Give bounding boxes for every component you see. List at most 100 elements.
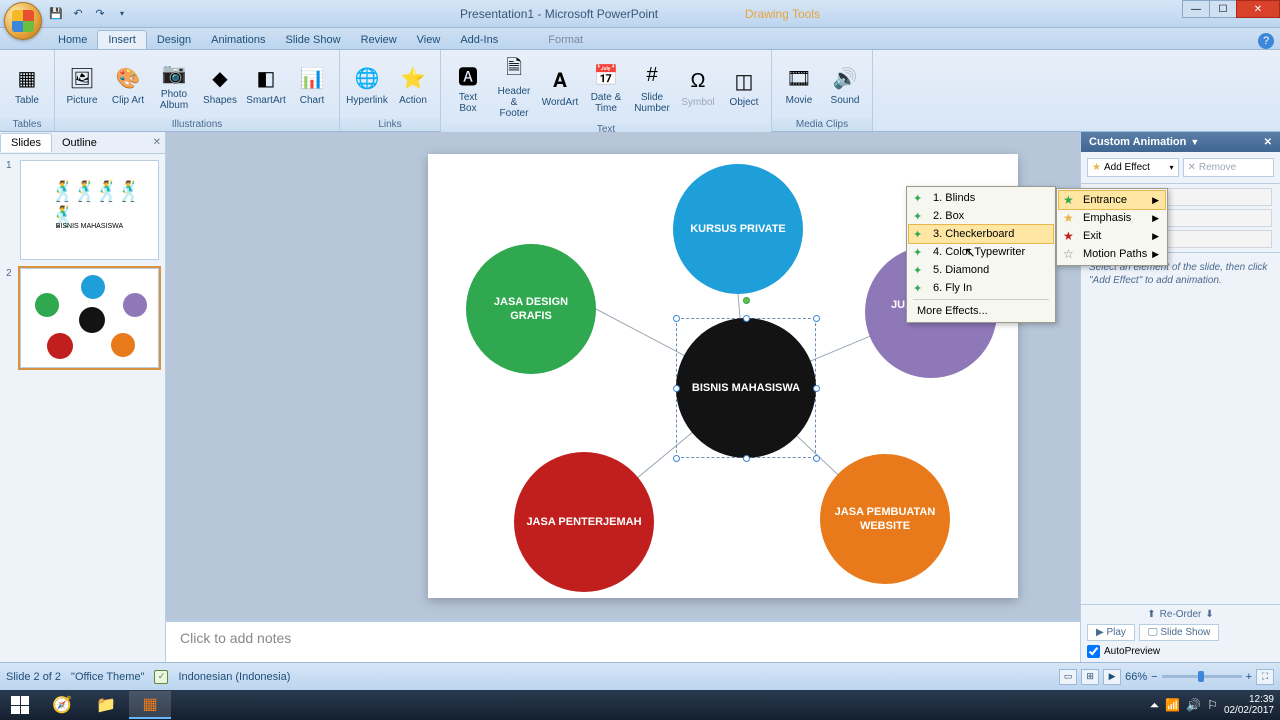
slideshow-button[interactable]: 🖵 Slide Show [1139, 624, 1219, 641]
group-links: Links [340, 118, 440, 131]
taskpane-close-icon[interactable]: ✕ [1264, 137, 1272, 148]
zoom-slider[interactable] [1162, 675, 1242, 678]
ribbon-object[interactable]: ◫Object [723, 63, 765, 110]
ribbon-wordart[interactable]: 𝐀WordArt [539, 63, 581, 110]
spellcheck-icon[interactable]: ✓ [154, 670, 168, 684]
group-illustrations: Illustrations [55, 118, 339, 131]
slide-thumb-2[interactable] [20, 268, 159, 368]
zoom-in-icon[interactable]: + [1246, 671, 1252, 683]
ribbon-textbox[interactable]: 🅰Text Box [447, 58, 489, 116]
add-effect-button[interactable]: ★Add Effect▾ [1087, 158, 1179, 177]
autopreview-checkbox[interactable]: AutoPreview [1087, 645, 1274, 658]
zoom-out-icon[interactable]: − [1151, 671, 1157, 683]
ribbon-chart[interactable]: 📊Chart [291, 61, 333, 108]
entrance-effects-menu: 1. Blinds 2. Box 3. Checkerboard 4. Colo… [906, 186, 1056, 323]
ribbon-picture[interactable]: 🖼Picture [61, 61, 103, 108]
effect-color-typewriter[interactable]: 4. Color Typewriter [909, 243, 1053, 261]
tray-network-icon[interactable]: 📶 [1165, 698, 1180, 712]
taskbar-explorer[interactable]: 📁 [85, 691, 127, 719]
menu-motion-paths[interactable]: Motion Paths▶ [1059, 245, 1165, 263]
shape-kursus[interactable]: KURSUS PRIVATE [673, 164, 803, 294]
tab-review[interactable]: Review [351, 31, 407, 49]
view-normal-icon[interactable]: ▭ [1059, 669, 1077, 685]
view-sorter-icon[interactable]: ⊞ [1081, 669, 1099, 685]
ribbon-photoalbum[interactable]: 📷Photo Album [153, 55, 195, 113]
shape-bisnis[interactable]: BISNIS MAHASISWA [676, 318, 816, 458]
shape-design[interactable]: JASA DESIGN GRAFIS [466, 244, 596, 374]
qat-save-icon[interactable]: 💾 [48, 6, 64, 22]
minimize-button[interactable]: — [1182, 0, 1210, 18]
cursor-icon: ↖ [964, 244, 976, 261]
ribbon-slidenumber[interactable]: #Slide Number [631, 58, 673, 116]
tray-up-icon[interactable]: ⏶ [1150, 698, 1160, 713]
shape-website[interactable]: JASA PEMBUATAN WEBSITE [820, 454, 950, 584]
effect-box[interactable]: 2. Box [909, 207, 1053, 225]
tab-slideshow[interactable]: Slide Show [276, 31, 351, 49]
group-mediaclips: Media Clips [772, 118, 872, 131]
ribbon-hyperlink[interactable]: 🌐Hyperlink [346, 61, 388, 108]
tray-flag-icon[interactable]: ⚐ [1207, 698, 1218, 712]
zoom-level[interactable]: 66% [1125, 671, 1147, 683]
thumb-number: 1 [6, 160, 20, 260]
group-tables: Tables [0, 118, 54, 131]
remove-button: ✕Remove [1183, 158, 1275, 177]
ribbon-action[interactable]: ⭐Action [392, 61, 434, 108]
effect-checkerboard[interactable]: 3. Checkerboard [908, 224, 1054, 244]
menu-entrance[interactable]: Entrance▶ [1058, 190, 1166, 210]
close-button[interactable]: ✕ [1236, 0, 1280, 18]
tab-insert[interactable]: Insert [97, 30, 147, 49]
reorder-label: Re-Order [1160, 609, 1202, 620]
tray-volume-icon[interactable]: 🔊 [1186, 698, 1201, 712]
start-button[interactable] [0, 690, 40, 720]
effect-fly-in[interactable]: 6. Fly In [909, 279, 1053, 297]
ribbon-shapes[interactable]: ◆Shapes [199, 61, 241, 108]
ribbon-sound[interactable]: 🔊Sound [824, 61, 866, 108]
fit-window-icon[interactable]: ⛶ [1256, 669, 1274, 685]
ribbon-headerfooter[interactable]: 🗎Header & Footer [493, 52, 535, 121]
window-title: Presentation1 - Microsoft PowerPoint [460, 7, 658, 21]
effect-diamond[interactable]: 5. Diamond [909, 261, 1053, 279]
reorder-up-icon[interactable]: ⬆ [1147, 609, 1155, 620]
tab-design[interactable]: Design [147, 31, 201, 49]
play-button[interactable]: ▶ Play [1087, 624, 1135, 641]
ribbon-smartart[interactable]: ◧SmartArt [245, 61, 287, 108]
effect-more[interactable]: More Effects... [909, 302, 1053, 320]
slides-panel-close-icon[interactable]: ✕ [153, 137, 161, 148]
taskbar-powerpoint[interactable]: ▦ [129, 691, 171, 719]
qat-redo-icon[interactable]: ↷ [92, 6, 108, 22]
taskpane-title: Custom Animation [1089, 136, 1186, 148]
ribbon-clipart[interactable]: 🎨Clip Art [107, 61, 149, 108]
tab-format[interactable]: Format [538, 31, 593, 49]
slide-thumb-1[interactable]: 🕺🕺🕺🕺🕺 BISNIS MAHASISWA [20, 160, 159, 260]
qat-undo-icon[interactable]: ↶ [70, 6, 86, 22]
status-language[interactable]: Indonesian (Indonesia) [178, 671, 290, 683]
context-tool-label: Drawing Tools [745, 7, 820, 21]
shape-penterjemah[interactable]: JASA PENTERJEMAH [514, 452, 654, 592]
view-slideshow-icon[interactable]: ▶ [1103, 669, 1121, 685]
tray-clock[interactable]: 12:3902/02/2017 [1224, 694, 1274, 716]
thumb-number: 2 [6, 268, 20, 368]
tab-animations[interactable]: Animations [201, 31, 275, 49]
status-slide: Slide 2 of 2 [6, 671, 61, 683]
taskpane-dropdown-icon[interactable]: ▼ [1190, 137, 1199, 147]
menu-exit[interactable]: Exit▶ [1059, 227, 1165, 245]
tab-addins[interactable]: Add-Ins [450, 31, 508, 49]
outline-tab[interactable]: Outline [52, 134, 107, 152]
qat-dropdown-icon[interactable]: ▾ [114, 6, 130, 22]
ribbon-table[interactable]: ▦Table [6, 61, 48, 108]
ribbon-movie[interactable]: 🎞Movie [778, 61, 820, 108]
help-icon[interactable]: ? [1258, 33, 1274, 49]
effect-blinds[interactable]: 1. Blinds [909, 189, 1053, 207]
taskbar-app-1[interactable]: 🧭 [41, 691, 83, 719]
tab-home[interactable]: Home [48, 31, 97, 49]
office-button[interactable] [4, 2, 42, 40]
tab-view[interactable]: View [407, 31, 451, 49]
menu-emphasis[interactable]: Emphasis▶ [1059, 209, 1165, 227]
status-theme: "Office Theme" [71, 671, 144, 683]
ribbon-datetime[interactable]: 📅Date & Time [585, 58, 627, 116]
effect-category-menu: Entrance▶ Emphasis▶ Exit▶ Motion Paths▶ [1056, 188, 1168, 266]
ribbon-symbol: ΩSymbol [677, 63, 719, 110]
maximize-button[interactable]: ☐ [1209, 0, 1237, 18]
reorder-down-icon[interactable]: ⬇ [1205, 609, 1213, 620]
slides-tab[interactable]: Slides [0, 133, 52, 152]
